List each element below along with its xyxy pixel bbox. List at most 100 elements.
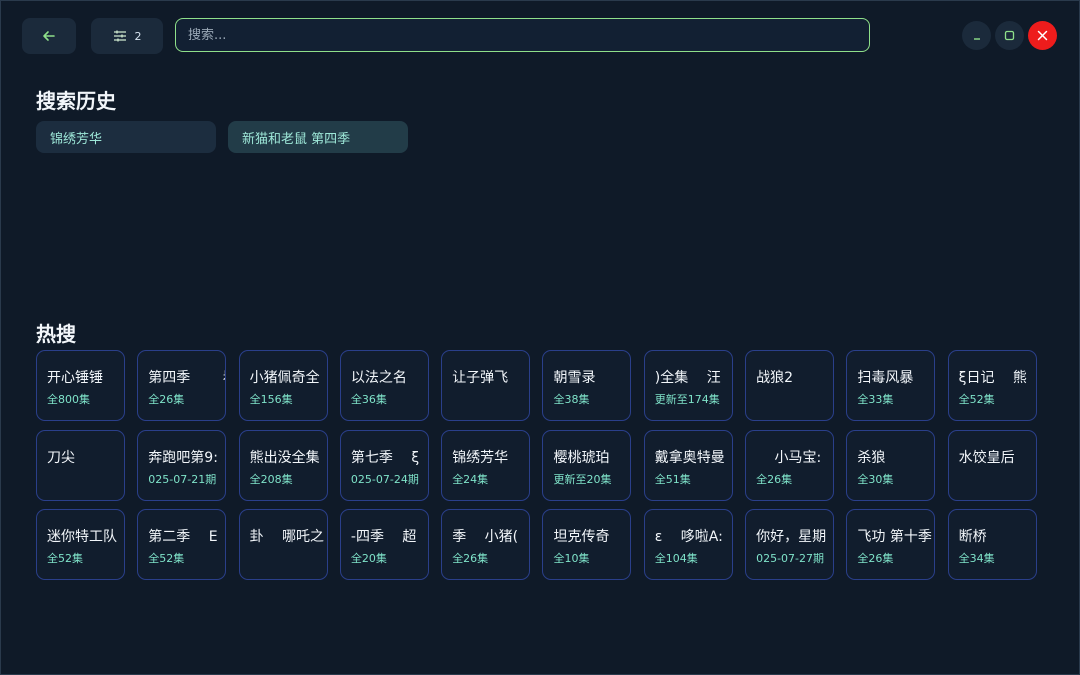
- hot-card-subtitle: 更新至174集: [654, 393, 720, 406]
- hot-search-card[interactable]: 水饺皇后: [947, 429, 1037, 501]
- sliders-icon: [113, 30, 126, 42]
- filter-button[interactable]: 2: [91, 18, 163, 54]
- hot-card-subtitle: 025-07-21期: [148, 472, 217, 486]
- hot-card-subtitle: 全52集: [148, 552, 185, 565]
- hot-card-title: 坦克传奇: [553, 529, 610, 545]
- hot-card-subtitle: 全104集: [654, 552, 698, 565]
- hot-card-subtitle: 全26集: [756, 472, 793, 486]
- hot-card-title: 卦 哪吒之: [249, 529, 325, 545]
- hot-card-subtitle: 全51集: [654, 472, 691, 486]
- hot-search-card[interactable]: 樱桃琥珀更新至20集: [542, 429, 632, 501]
- hot-search-card[interactable]: 季 小猪( 全26集: [441, 509, 531, 580]
- hot-card-subtitle: 全38集: [553, 393, 590, 406]
- hot-search-card[interactable]: 朝雪录全38集: [542, 350, 632, 421]
- hot-card-subtitle: 全30集: [857, 472, 894, 486]
- hot-card-title: )全集 汪: [654, 370, 721, 386]
- hot-card-title: 飞功 第十季: [857, 529, 932, 545]
- hot-card-title: 熊出没全集: [249, 449, 320, 466]
- maximize-icon: [1004, 30, 1015, 41]
- hot-card-title: 开心锤锤: [47, 370, 103, 386]
- hot-search-card[interactable]: 断桥全34集: [947, 509, 1037, 580]
- hot-card-subtitle: 全33集: [857, 393, 894, 406]
- hot-card-title: 迷你特工队: [47, 529, 117, 545]
- hot-card-subtitle: 全34集: [958, 552, 995, 565]
- hot-card-subtitle: 025-07-27期: [756, 552, 825, 565]
- hot-search-card[interactable]: ξ日记 熊全52集: [947, 350, 1037, 421]
- hot-search-card[interactable]: 扫毒风暴全33集: [846, 350, 936, 421]
- hot-card-subtitle: 全208集: [249, 472, 293, 486]
- hot-search-card[interactable]: 第七季 ξ 025-07-24期: [339, 429, 429, 501]
- hot-card-subtitle: 全36集: [350, 393, 387, 406]
- hot-search-card[interactable]: 第四季 看全26集: [137, 350, 227, 421]
- hot-search-card[interactable]: 让子弹飞: [441, 350, 531, 421]
- hot-card-title: 第四季 看: [148, 370, 225, 386]
- hot-card-subtitle: 全156集: [249, 393, 293, 406]
- hot-card-title: 第七季 ξ: [350, 449, 420, 466]
- close-button[interactable]: [1028, 21, 1057, 50]
- hot-card-title: 小马宝:: [756, 449, 822, 466]
- hot-search-card[interactable]: 小猪佩奇全全156集: [238, 350, 328, 421]
- hot-search-card[interactable]: 卦 哪吒之: [238, 509, 328, 580]
- hot-card-title: 扫毒风暴: [857, 370, 914, 386]
- hot-card-subtitle: 更新至20集: [553, 472, 612, 486]
- hot-card-title: 以法之名: [350, 370, 407, 386]
- arrow-left-icon: [43, 31, 55, 41]
- hot-card-title: 刀尖: [47, 449, 75, 466]
- hot-search-card[interactable]: 第二季 E 全52集: [137, 509, 227, 580]
- hot-search-card[interactable]: ε 哆啦A: 全104集: [643, 509, 733, 580]
- search-input[interactable]: [176, 19, 869, 51]
- hot-search-card[interactable]: 飞功 第十季 全26集: [846, 509, 936, 580]
- hot-card-subtitle: 全26集: [452, 552, 489, 565]
- search-box[interactable]: [175, 18, 870, 52]
- hot-search-card[interactable]: 刀尖: [36, 429, 125, 501]
- hot-card-subtitle: 全800集: [47, 393, 90, 406]
- hot-search-card[interactable]: -四季 超全20集: [339, 509, 429, 580]
- hot-card-subtitle: 全52集: [958, 393, 995, 406]
- filter-count-badge: 2: [134, 29, 142, 43]
- hot-card-subtitle: 全26集: [857, 552, 894, 565]
- hot-card-title: 樱桃琥珀: [553, 449, 610, 466]
- hot-card-title: 断桥: [958, 529, 987, 545]
- hot-card-subtitle: 全24集: [452, 472, 489, 486]
- hot-search-grid: 开心锤锤全800集第四季 看全26集小猪佩奇全全156集以法之名全36集让子弹飞…: [36, 350, 1037, 580]
- maximize-button[interactable]: [995, 21, 1024, 50]
- hot-search-title: 热搜: [36, 322, 76, 346]
- hot-search-card[interactable]: 杀狼全30集: [846, 429, 936, 501]
- hot-card-title: 杀狼: [857, 449, 886, 466]
- hot-card-subtitle: 全52集: [47, 552, 83, 565]
- hot-search-card[interactable]: 小马宝: 全26集: [745, 429, 835, 501]
- minimize-button[interactable]: [962, 21, 991, 50]
- minimize-icon: [973, 37, 980, 40]
- hot-search-card[interactable]: 坦克传奇全10集: [542, 509, 632, 580]
- hot-card-title: 锦绣芳华: [452, 449, 509, 466]
- hot-card-title: 让子弹飞: [452, 370, 509, 386]
- close-icon: [1037, 30, 1048, 41]
- hot-search-card[interactable]: 开心锤锤全800集: [36, 350, 125, 421]
- hot-card-title: 朝雪录: [553, 370, 596, 386]
- hot-search-card[interactable]: 熊出没全集全208集: [238, 429, 328, 501]
- hot-search-card[interactable]: 奔跑吧第9: 025-07-21期: [137, 429, 227, 501]
- hot-search-card[interactable]: 迷你特工队全52集: [36, 509, 125, 580]
- hot-search-card[interactable]: 锦绣芳华全24集: [441, 429, 531, 501]
- history-chip[interactable]: 新猫和老鼠 第四季: [228, 121, 408, 153]
- hot-card-subtitle: 全20集: [350, 552, 387, 565]
- hot-search-card[interactable]: 战狼2: [745, 350, 835, 421]
- hot-card-subtitle: 全26集: [148, 393, 185, 406]
- hot-card-title: 季 小猪(: [452, 529, 519, 545]
- hot-card-subtitle: 025-07-24期: [350, 472, 419, 486]
- hot-card-title: ξ日记 熊: [958, 370, 1027, 386]
- hot-card-title: 奔跑吧第9:: [148, 449, 218, 466]
- hot-card-title: 小猪佩奇全: [249, 370, 320, 386]
- hot-card-title: -四季 超: [350, 529, 417, 545]
- hot-card-title: ε 哆啦A:: [654, 529, 723, 545]
- hot-card-title: 第二季 E: [148, 529, 218, 545]
- hot-search-card[interactable]: 以法之名全36集: [339, 350, 429, 421]
- search-history-title: 搜索历史: [36, 89, 116, 113]
- hot-card-title: 戴拿奥特曼: [654, 449, 725, 466]
- hot-search-card[interactable]: )全集 汪更新至174集: [643, 350, 733, 421]
- hot-search-card[interactable]: 你好，星期 025-07-27期: [745, 509, 835, 580]
- history-chip[interactable]: 锦绣芳华: [36, 121, 216, 153]
- hot-search-card[interactable]: 戴拿奥特曼全51集: [643, 429, 733, 501]
- hot-card-subtitle: 全10集: [553, 552, 590, 565]
- back-button[interactable]: [22, 18, 76, 54]
